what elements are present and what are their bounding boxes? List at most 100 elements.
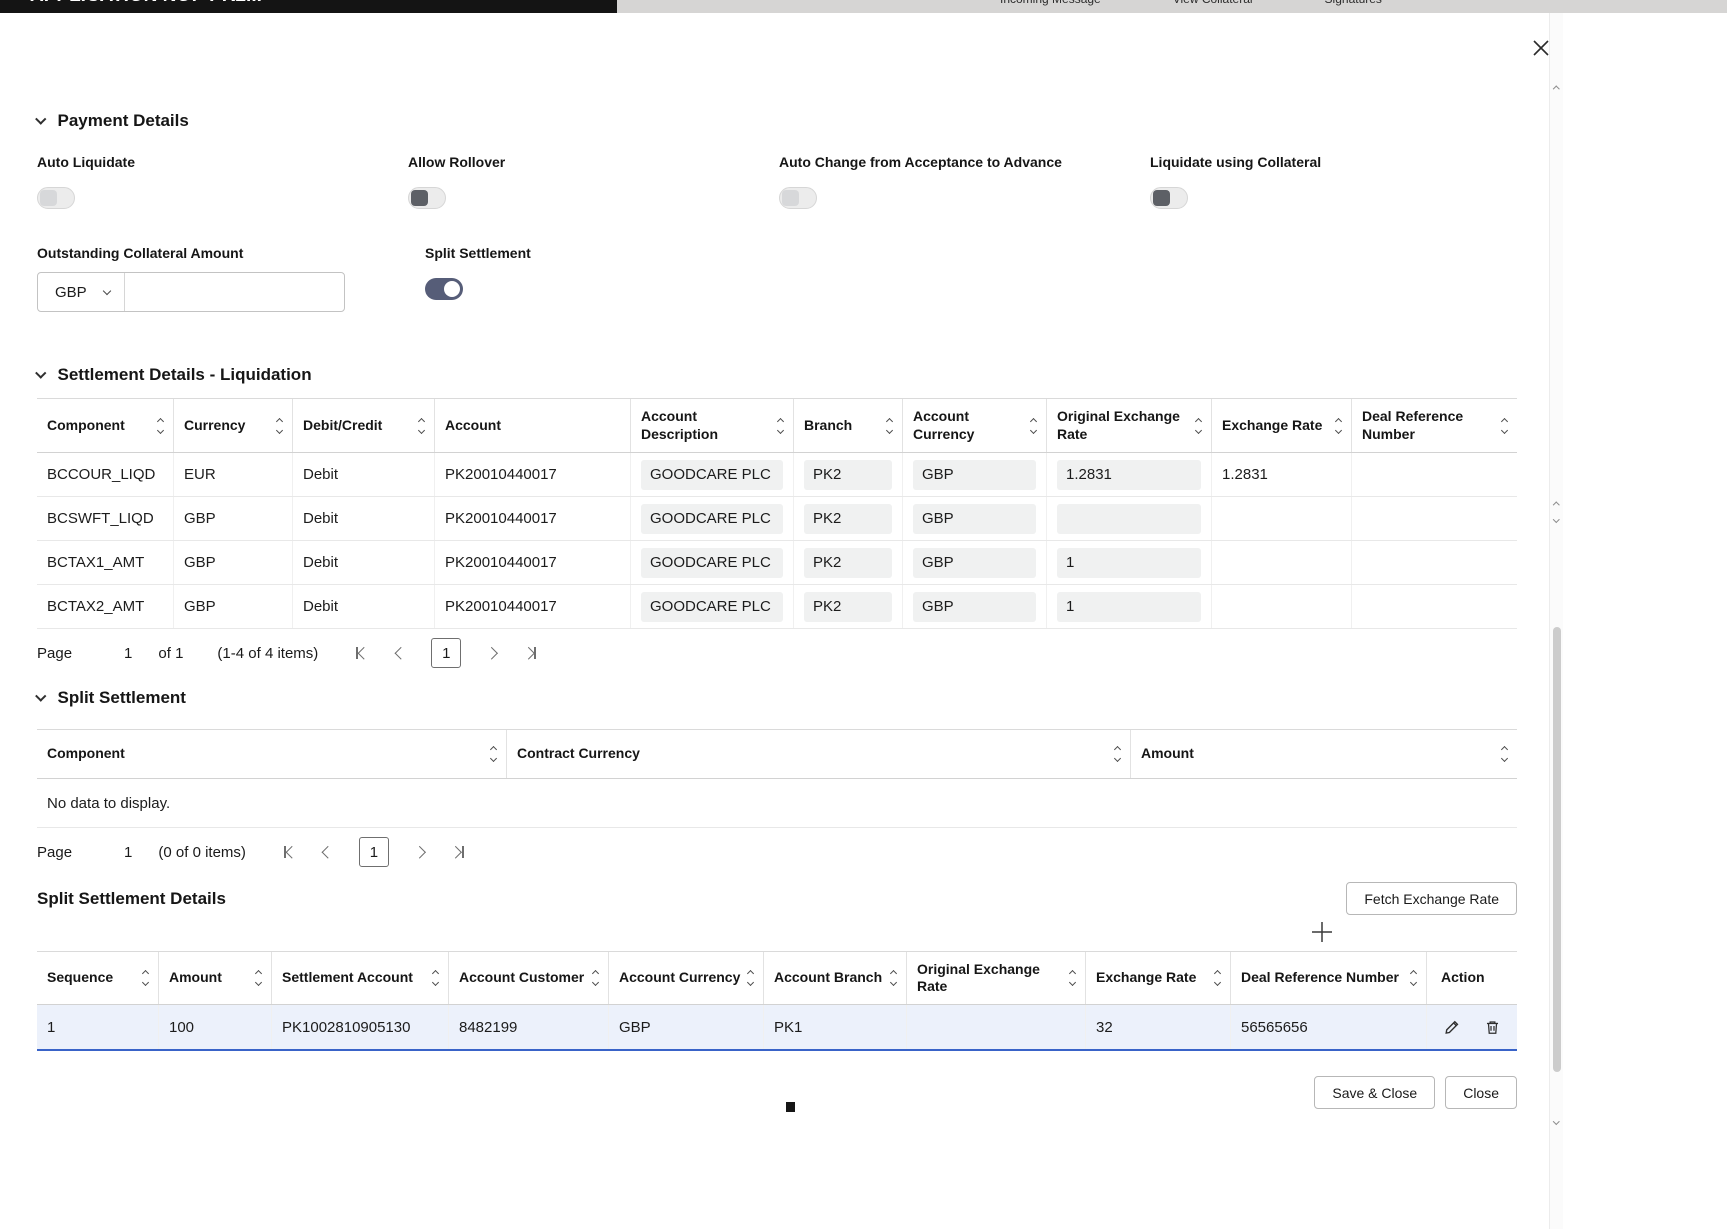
scroll-up-icon[interactable] (1553, 86, 1559, 92)
disabled-field: 1.2831 (1057, 460, 1201, 490)
save-and-close-button[interactable]: Save & Close (1314, 1076, 1435, 1109)
sort-icon[interactable] (1215, 971, 1220, 985)
edit-row-button[interactable] (1441, 1017, 1462, 1038)
col-amount[interactable]: Amount (1130, 730, 1517, 778)
col-account-currency[interactable]: Account Currency (902, 399, 1046, 452)
next-page-button[interactable] (485, 647, 498, 660)
outstanding-collateral-amount-input[interactable] (125, 273, 344, 311)
delete-row-button[interactable] (1482, 1017, 1503, 1038)
first-page-button[interactable] (354, 645, 371, 661)
col-currency[interactable]: Currency (173, 399, 292, 452)
sort-icon[interactable] (1070, 971, 1075, 985)
page-label: Page (37, 844, 72, 861)
table-row-selected[interactable]: 1 100 PK1002810905130 8482199 GBP PK1 32… (37, 1005, 1517, 1051)
table-header-row: Component Contract Currency Amount (37, 730, 1517, 779)
disabled-field: PK2 (804, 548, 892, 578)
last-page-button[interactable] (522, 645, 539, 661)
sort-icon[interactable] (748, 971, 753, 985)
section-header-payment-details[interactable]: Payment Details (37, 110, 1517, 132)
sort-icon[interactable] (1411, 971, 1416, 985)
split-settlement-toggle[interactable] (425, 278, 463, 300)
sort-icon[interactable] (1196, 419, 1201, 433)
add-row-button[interactable] (1307, 917, 1337, 947)
prev-page-button[interactable] (322, 846, 335, 859)
sort-icon[interactable] (419, 419, 424, 433)
col-exchange-rate[interactable]: Exchange Rate (1085, 952, 1230, 1004)
col-debit-credit[interactable]: Debit/Credit (292, 399, 434, 452)
sort-icon[interactable] (433, 971, 438, 985)
current-page[interactable]: 1 (359, 837, 389, 867)
toggle-knob (1153, 190, 1170, 206)
prev-page-button[interactable] (395, 647, 408, 660)
disabled-field: GOODCARE PLC (641, 548, 783, 578)
col-amount[interactable]: Amount (158, 952, 271, 1004)
sort-icon[interactable] (1031, 419, 1036, 433)
col-account[interactable]: Account (434, 399, 630, 452)
col-deal-reference-number[interactable]: Deal Reference Number (1351, 399, 1517, 452)
account-value: PK20010440017 (445, 554, 557, 571)
currency-select[interactable]: GBP (38, 273, 125, 311)
sort-icon[interactable] (277, 419, 282, 433)
sort-icon[interactable] (887, 419, 892, 433)
no-data-message: No data to display. (37, 779, 1517, 827)
disabled-field: PK2 (804, 592, 892, 622)
sort-icon[interactable] (491, 747, 496, 761)
current-page[interactable]: 1 (431, 638, 461, 668)
col-sequence[interactable]: Sequence (37, 952, 158, 1004)
col-account-description[interactable]: Account Description (630, 399, 793, 452)
page-number: 1 (124, 645, 132, 662)
scroll-down-icon[interactable] (1553, 1118, 1559, 1124)
auto-change-toggle[interactable] (779, 187, 817, 209)
liquidate-collateral-toggle[interactable] (1150, 187, 1188, 209)
scrollbar[interactable] (1549, 13, 1563, 1229)
sort-icon[interactable] (1502, 747, 1507, 761)
sort-icon[interactable] (143, 971, 148, 985)
outstanding-collateral-label: Outstanding Collateral Amount (37, 245, 425, 262)
col-exchange-rate[interactable]: Exchange Rate (1211, 399, 1351, 452)
top-bar-link[interactable]: Signatures (1325, 0, 1382, 6)
footer-close-button[interactable]: Close (1445, 1076, 1517, 1109)
col-account-currency[interactable]: Account Currency (608, 952, 763, 1004)
top-bar-link[interactable]: Incoming Message (1000, 0, 1101, 6)
section-header-settlement-liquidation[interactable]: Settlement Details - Liquidation (37, 364, 1517, 386)
table-row: BCCOUR_LIQD EUR Debit PK20010440017 GOOD… (37, 453, 1517, 497)
sort-icon[interactable] (256, 971, 261, 985)
auto-change-group: Auto Change from Acceptance to Advance (779, 154, 1150, 209)
sort-icon[interactable] (1115, 747, 1120, 761)
col-original-exchange-rate[interactable]: Original Exchange Rate (906, 952, 1085, 1004)
sort-icon[interactable] (593, 971, 598, 985)
col-component[interactable]: Component (37, 399, 173, 452)
split-settlement-title: Split Settlement (58, 688, 186, 708)
fetch-exchange-rate-button[interactable]: Fetch Exchange Rate (1346, 882, 1517, 915)
sort-icon[interactable] (1336, 419, 1341, 433)
sort-icon[interactable] (891, 971, 896, 985)
col-account-branch[interactable]: Account Branch (763, 952, 906, 1004)
disabled-field: 1 (1057, 592, 1201, 622)
top-bar-link[interactable]: View Collateral (1173, 0, 1253, 6)
auto-liquidate-toggle[interactable] (37, 187, 75, 209)
scroll-up-icon[interactable] (1553, 502, 1559, 508)
col-contract-currency[interactable]: Contract Currency (506, 730, 1130, 778)
sort-icon[interactable] (158, 419, 163, 433)
col-component[interactable]: Component (37, 730, 506, 778)
sort-icon[interactable] (1502, 419, 1507, 433)
last-page-button[interactable] (449, 844, 466, 860)
auto-change-label: Auto Change from Acceptance to Advance (779, 154, 1150, 171)
section-header-split-settlement[interactable]: Split Settlement (37, 687, 1517, 709)
sort-icon[interactable] (778, 419, 783, 433)
scroll-down-icon[interactable] (1553, 516, 1559, 522)
allow-rollover-toggle[interactable] (408, 187, 446, 209)
col-deal-reference-number[interactable]: Deal Reference Number (1230, 952, 1426, 1004)
items-count-label: (1-4 of 4 items) (217, 645, 318, 662)
app-title-fragment: APPLICATION NO:- PK2... (30, 0, 262, 7)
col-branch[interactable]: Branch (793, 399, 902, 452)
next-page-button[interactable] (413, 846, 426, 859)
col-original-exchange-rate[interactable]: Original Exchange Rate (1046, 399, 1211, 452)
chevron-down-icon (35, 114, 46, 125)
disabled-field: GBP (913, 592, 1036, 622)
first-page-button[interactable] (282, 844, 299, 860)
col-account-customer[interactable]: Account Customer (448, 952, 608, 1004)
col-settlement-account[interactable]: Settlement Account (271, 952, 448, 1004)
payment-details-title: Payment Details (58, 111, 189, 131)
scrollbar-thumb[interactable] (1553, 627, 1561, 1072)
